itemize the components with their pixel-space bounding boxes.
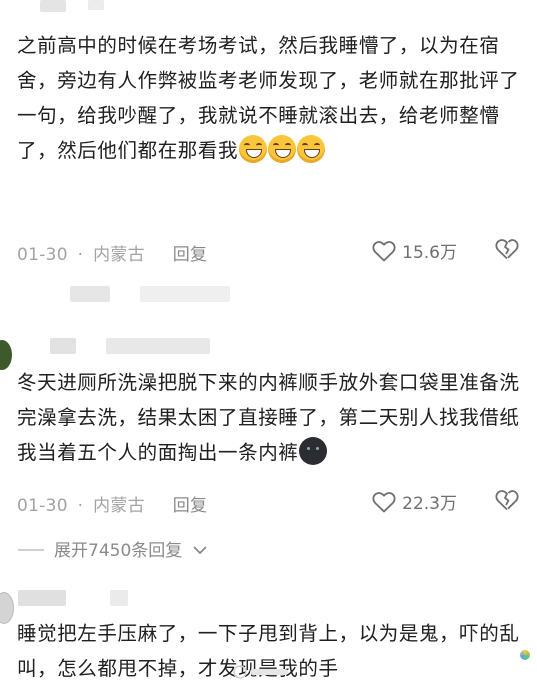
- comment-location: 内蒙古: [93, 245, 145, 265]
- expand-replies-label: 展开7450条回复: [54, 541, 183, 561]
- grinning-face-icon: [268, 135, 297, 163]
- username-blurred: [110, 590, 128, 606]
- dislike-button[interactable]: [495, 489, 519, 515]
- heart-outline-icon: [372, 240, 396, 261]
- blurred-region: [140, 286, 230, 302]
- comment-date: 01-30: [17, 245, 68, 265]
- like-button[interactable]: 22.3万: [372, 489, 457, 514]
- broken-heart-icon: [495, 490, 519, 511]
- comment-text: 之前高中的时候在考场考试，然后我睡懵了，以为在宿舍，旁边有人作弊被监考老师发现了…: [17, 34, 520, 163]
- grinning-face-icon: [239, 135, 268, 163]
- username-blurred: [40, 0, 66, 12]
- reply-button[interactable]: 回复: [173, 491, 208, 516]
- dislike-button[interactable]: [495, 238, 519, 264]
- expand-replies-button[interactable]: 展开7450条回复: [18, 536, 208, 561]
- divider-line: [18, 549, 44, 551]
- reply-button[interactable]: 回复: [173, 240, 208, 265]
- like-count: 15.6万: [402, 243, 457, 263]
- like-count: 22.3万: [402, 494, 457, 514]
- avatar[interactable]: [0, 592, 14, 624]
- comment-location: 内蒙古: [93, 496, 145, 516]
- username-blurred: [50, 338, 76, 354]
- heart-outline-icon: [372, 491, 396, 512]
- username-blurred: [18, 590, 66, 606]
- dark-face-icon: [299, 437, 328, 465]
- sparkle-icon: [520, 650, 530, 660]
- avatar[interactable]: [0, 340, 12, 370]
- username-blurred: [106, 338, 210, 354]
- chevron-down-icon: [193, 546, 207, 555]
- comment-text: 冬天进厕所洗澡把脱下来的内裤顺手放外套口袋里准备洗完澡拿去洗，结果太困了直接睡了…: [17, 371, 520, 465]
- like-button[interactable]: 15.6万: [372, 238, 457, 263]
- broken-heart-icon: [495, 239, 519, 260]
- blurred-region: [70, 286, 110, 302]
- comment-meta: 01-30 · 内蒙古 回复: [17, 491, 207, 516]
- username-blurred: [88, 0, 104, 10]
- comment-meta: 01-30 · 内蒙古 回复: [17, 240, 207, 265]
- watermark-logo: [232, 664, 292, 684]
- comment-date: 01-30: [17, 496, 68, 516]
- grinning-face-icon: [297, 135, 326, 163]
